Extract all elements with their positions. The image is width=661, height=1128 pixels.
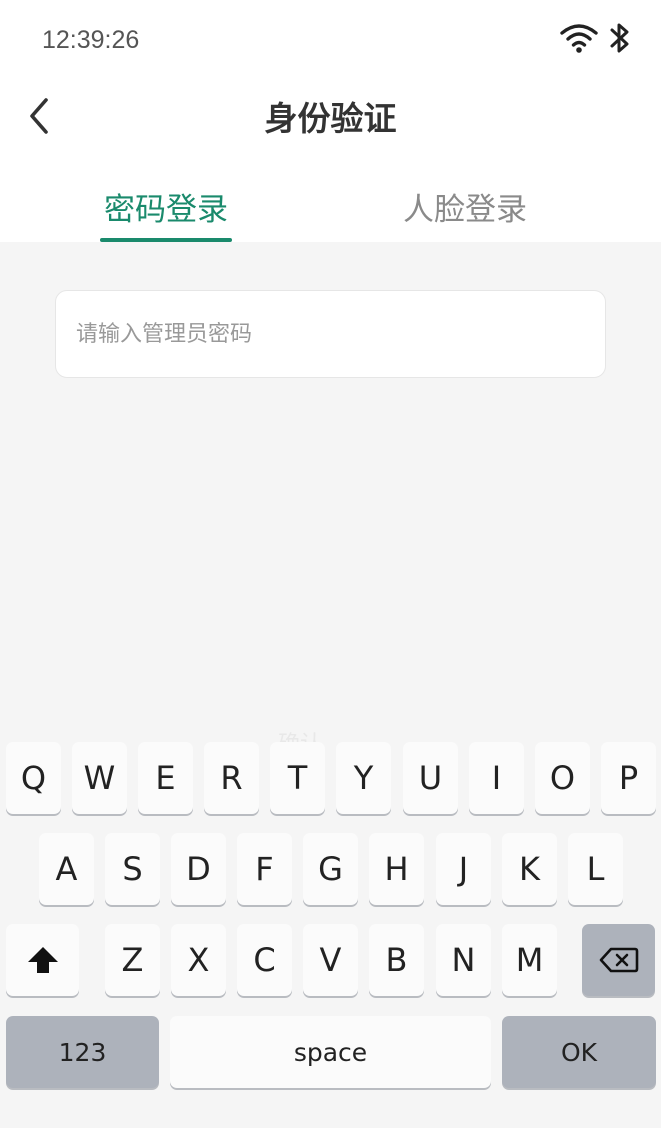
tab-password-login[interactable]: 密码登录 (66, 184, 266, 229)
key-s[interactable]: S (105, 833, 160, 905)
key-t[interactable]: T (270, 742, 325, 814)
key-r[interactable]: R (204, 742, 259, 814)
key-y[interactable]: Y (336, 742, 391, 814)
key-k[interactable]: K (502, 833, 557, 905)
key-x[interactable]: X (171, 924, 226, 996)
page-title: 身份验证 (264, 99, 397, 138)
key-c[interactable]: C (237, 924, 292, 996)
key-i[interactable]: I (469, 742, 524, 814)
space-key[interactable]: space (170, 1016, 491, 1088)
key-e[interactable]: E (138, 742, 193, 814)
shift-key[interactable] (6, 924, 79, 996)
key-f[interactable]: F (237, 833, 292, 905)
ok-key[interactable]: OK (502, 1016, 656, 1088)
key-u[interactable]: U (403, 742, 458, 814)
key-n[interactable]: N (436, 924, 491, 996)
backspace-icon (599, 947, 638, 973)
key-o[interactable]: O (535, 742, 590, 814)
login-tabs: 密码登录 人脸登录 (0, 170, 661, 242)
key-m[interactable]: M (502, 924, 557, 996)
key-v[interactable]: V (303, 924, 358, 996)
key-h[interactable]: H (369, 833, 424, 905)
shift-icon (27, 947, 58, 973)
key-a[interactable]: A (39, 833, 94, 905)
header-area: 12:39:26 身份验证 密码登录 人脸登录 (0, 0, 661, 242)
key-j[interactable]: J (436, 833, 491, 905)
on-screen-keyboard: Q W E R T Y U I O P A S D F G H J K L Z … (0, 730, 661, 1128)
tab-face-login[interactable]: 人脸登录 (365, 184, 565, 229)
key-p[interactable]: P (601, 742, 656, 814)
nav-bar: 身份验证 (0, 80, 661, 152)
backspace-key[interactable] (582, 924, 655, 996)
key-b[interactable]: B (369, 924, 424, 996)
wifi-icon (560, 24, 598, 53)
key-l[interactable]: L (568, 833, 623, 905)
status-time: 12:39:26 (42, 26, 140, 54)
key-g[interactable]: G (303, 833, 358, 905)
key-z[interactable]: Z (105, 924, 160, 996)
numbers-key[interactable]: 123 (6, 1016, 159, 1088)
active-tab-indicator (100, 238, 232, 242)
bluetooth-icon (610, 23, 629, 53)
key-d[interactable]: D (171, 833, 226, 905)
password-input[interactable] (56, 291, 605, 377)
status-bar: 12:39:26 (0, 0, 661, 80)
password-field[interactable] (55, 290, 606, 378)
key-q[interactable]: Q (6, 742, 61, 814)
key-w[interactable]: W (72, 742, 127, 814)
